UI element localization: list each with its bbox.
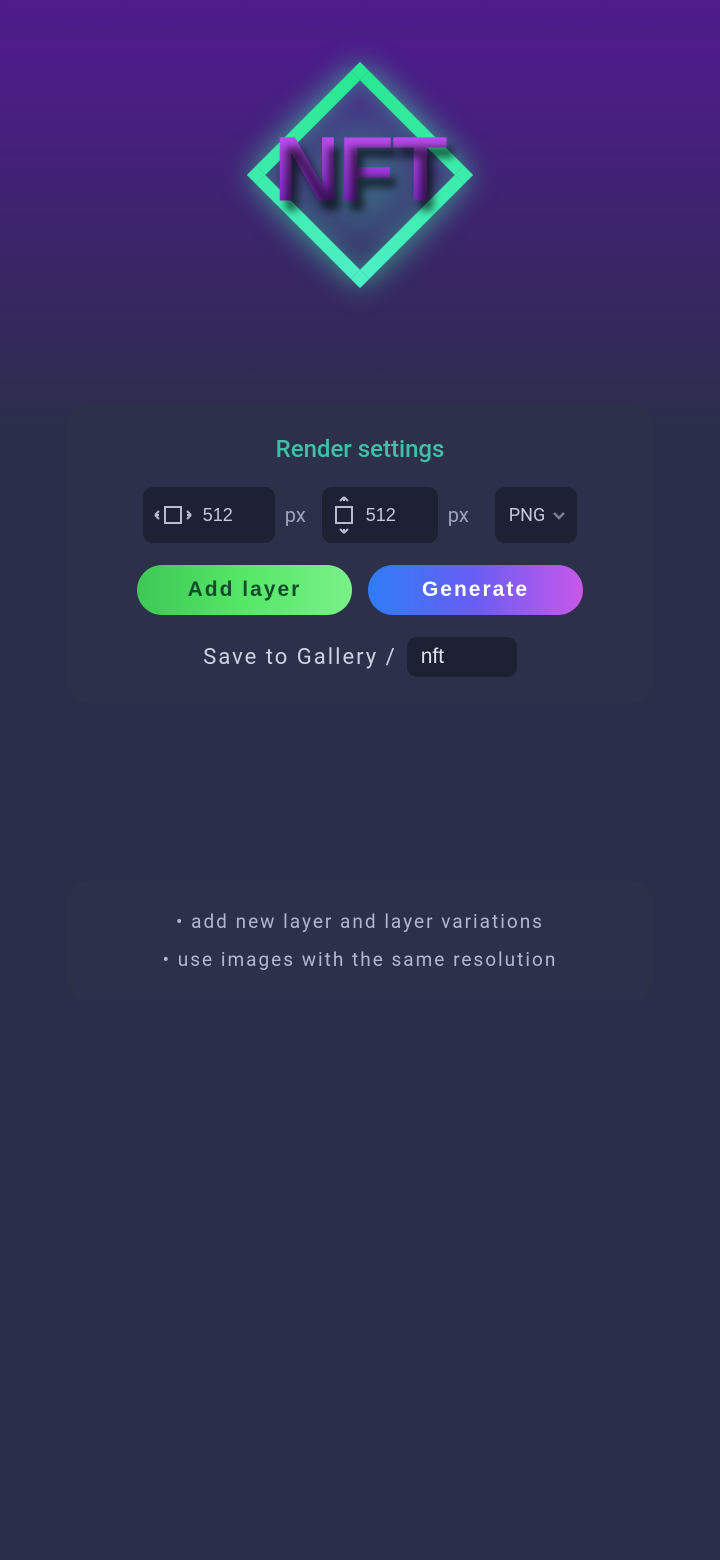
height-input[interactable] bbox=[366, 505, 426, 526]
render-settings-panel: Render settings px px PNG bbox=[65, 405, 655, 703]
app-logo: NFT bbox=[0, 40, 720, 310]
save-folder-field[interactable] bbox=[407, 637, 517, 677]
tip-line-2: • use images with the same resolution bbox=[85, 941, 635, 979]
tip-line-1: • add new layer and layer variations bbox=[85, 903, 635, 941]
dimensions-row: px px PNG bbox=[91, 487, 629, 543]
height-field[interactable] bbox=[322, 487, 438, 543]
height-unit: px bbox=[448, 503, 469, 527]
format-selected: PNG bbox=[509, 505, 545, 526]
width-icon bbox=[153, 503, 193, 527]
chevron-down-icon bbox=[551, 507, 567, 523]
width-unit: px bbox=[285, 503, 306, 527]
save-row: Save to Gallery / bbox=[91, 637, 629, 677]
panel-title: Render settings bbox=[91, 435, 629, 463]
format-select[interactable]: PNG bbox=[495, 487, 577, 543]
logo-text: NFT bbox=[274, 117, 447, 222]
generate-button[interactable]: Generate bbox=[368, 565, 583, 615]
button-row: Add layer Generate bbox=[91, 565, 629, 615]
tips-panel: • add new layer and layer variations • u… bbox=[65, 881, 655, 1001]
add-layer-button[interactable]: Add layer bbox=[137, 565, 352, 615]
height-icon bbox=[332, 495, 356, 535]
save-label: Save to Gallery / bbox=[203, 645, 396, 670]
width-input[interactable] bbox=[203, 505, 263, 526]
width-field[interactable] bbox=[143, 487, 275, 543]
save-folder-input[interactable] bbox=[421, 645, 503, 669]
